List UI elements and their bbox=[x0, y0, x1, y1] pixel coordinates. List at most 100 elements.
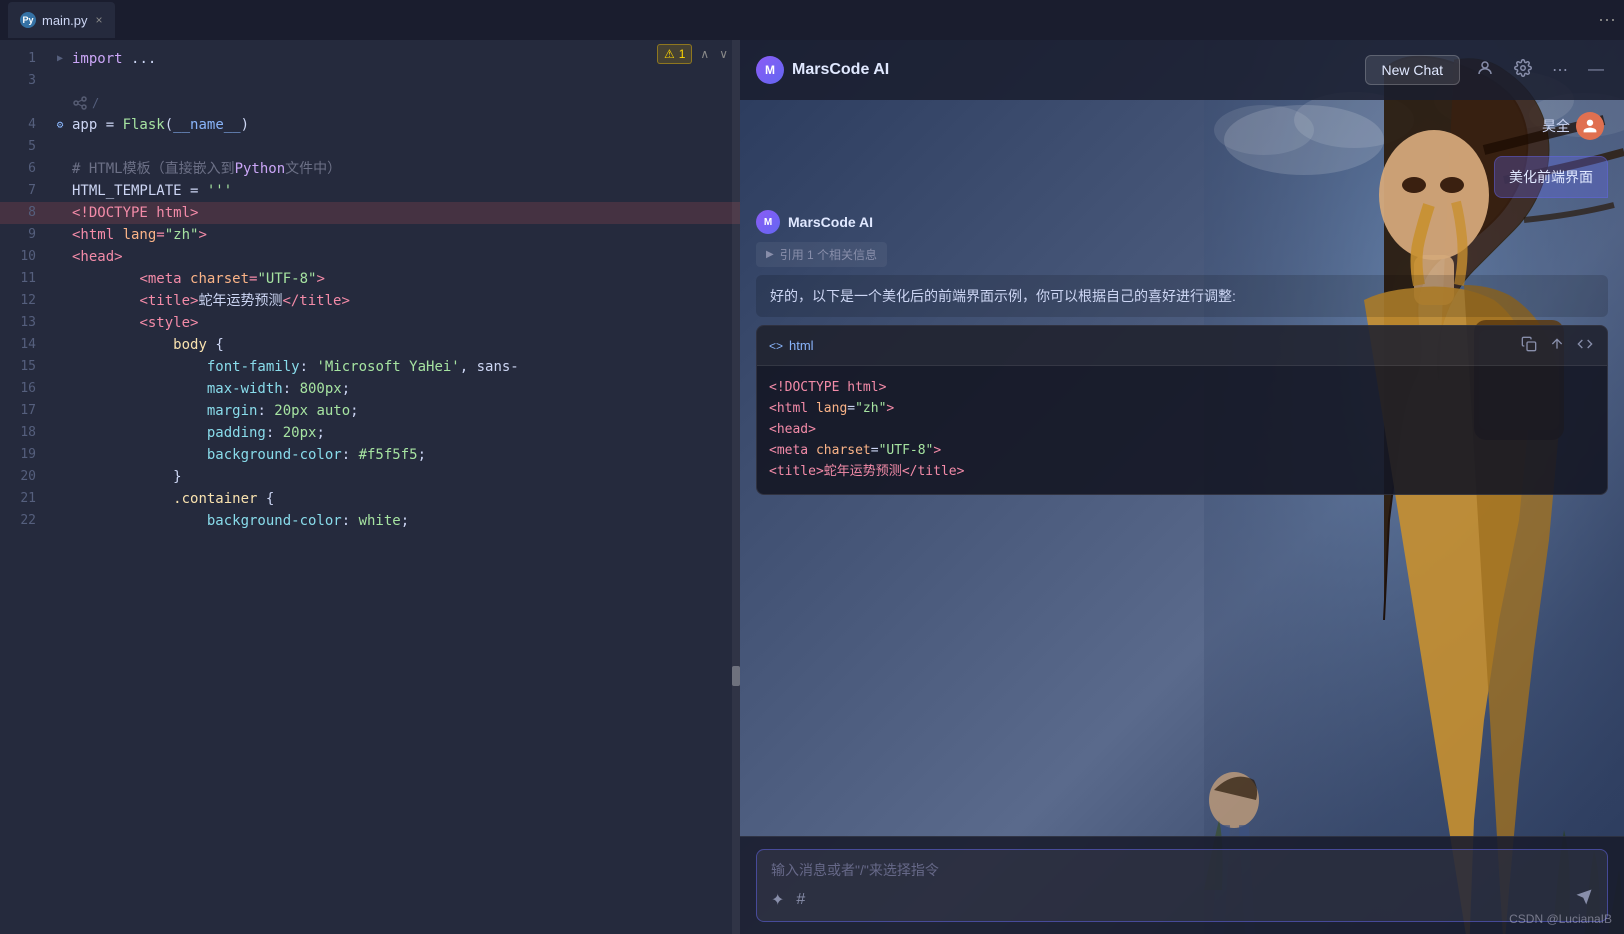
code-action-3-icon[interactable] bbox=[1575, 334, 1595, 357]
reference-arrow-icon: ▶ bbox=[766, 249, 774, 260]
reference-bar[interactable]: ▶ 引用 1 个相关信息 bbox=[756, 242, 887, 267]
ai-content: M MarsCode AI New Chat bbox=[740, 40, 1624, 934]
ai-msg-logo: M bbox=[756, 210, 780, 234]
code-action-2-icon[interactable] bbox=[1547, 334, 1567, 357]
code-lang-icon: <> bbox=[769, 339, 783, 353]
code-block-line-5: <title>蛇年运势预测</title> bbox=[769, 462, 1595, 483]
line-content-4: app = Flask(__name__) bbox=[72, 114, 740, 136]
tab-label: main.py bbox=[42, 13, 88, 28]
code-line-14: 14 body { bbox=[0, 334, 740, 356]
watermark: CSDN @LucianaIB bbox=[1509, 912, 1612, 926]
code-line-11: 11 <meta charset="UTF-8"> bbox=[0, 268, 740, 290]
line-content-20: } bbox=[72, 466, 740, 488]
fold-icon-1[interactable]: ▶ bbox=[57, 48, 63, 70]
ai-input-box[interactable]: 输入消息或者"/"来选择指令 ✦ # bbox=[756, 849, 1608, 922]
line-num-19: 19 bbox=[0, 444, 48, 466]
line-content-10: <head> bbox=[72, 246, 740, 268]
code-block-line-3: <head> bbox=[769, 420, 1595, 441]
code-block-content: <!DOCTYPE html> <html lang="zh"> <head> … bbox=[757, 366, 1607, 494]
ai-response-content: 好的，以下是一个美化后的前端界面示例，你可以根据自己的喜好进行调整: bbox=[770, 288, 1236, 304]
line-num-17: 17 bbox=[0, 400, 48, 422]
line-num-13: 13 bbox=[0, 312, 48, 334]
send-button[interactable] bbox=[1575, 888, 1593, 911]
ai-messages[interactable]: 昊全 美化前端界面 bbox=[740, 100, 1624, 836]
user-message-text: 美化前端界面 bbox=[1509, 169, 1593, 185]
ai-title: M MarsCode AI bbox=[756, 56, 889, 84]
line-content-19: background-color: #f5f5f5; bbox=[72, 444, 740, 466]
code-block-header: <> html bbox=[757, 326, 1607, 366]
line-num-11: 11 bbox=[0, 268, 48, 290]
copy-icon[interactable] bbox=[1519, 334, 1539, 357]
line-gutter-4: ⚙ bbox=[48, 114, 72, 136]
settings-icon[interactable] bbox=[1510, 55, 1536, 86]
line-num-1: 1 bbox=[0, 48, 48, 70]
code-line-13: 13 <style> bbox=[0, 312, 740, 334]
ai-header: M MarsCode AI New Chat bbox=[740, 40, 1624, 100]
code-line-18: 18 padding: 20px; bbox=[0, 422, 740, 444]
code-line-10: 10 <head> bbox=[0, 246, 740, 268]
line-content-13: <style> bbox=[72, 312, 740, 334]
code-line-19: 19 background-color: #f5f5f5; bbox=[0, 444, 740, 466]
user-profile-icon[interactable] bbox=[1472, 55, 1498, 86]
ai-message-header: M MarsCode AI bbox=[756, 210, 1608, 234]
line-num-8: 8 bbox=[0, 202, 48, 224]
line-content-9: <html lang="zh"> bbox=[72, 224, 740, 246]
warning-badge[interactable]: ⚠ 1 bbox=[657, 44, 692, 64]
line-content-8: <!DOCTYPE html> bbox=[72, 202, 740, 224]
ai-response-text: 好的，以下是一个美化后的前端界面示例，你可以根据自己的喜好进行调整: bbox=[756, 275, 1608, 317]
tab-close-icon[interactable]: × bbox=[96, 13, 103, 27]
line-content-21: .container { bbox=[72, 488, 740, 510]
code-block-line-4: <meta charset="UTF-8"> bbox=[769, 441, 1595, 462]
ai-input-area: 输入消息或者"/"来选择指令 ✦ # bbox=[740, 836, 1624, 934]
line-num-7: 7 bbox=[0, 180, 48, 202]
warning-count: 1 bbox=[679, 47, 686, 61]
code-line-15: 15 font-family: 'Microsoft YaHei', sans- bbox=[0, 356, 740, 378]
nav-up-arrow[interactable]: ∧ bbox=[696, 45, 713, 63]
panel-minimize-icon[interactable]: — bbox=[1584, 57, 1608, 83]
line-num-16: 16 bbox=[0, 378, 48, 400]
ai-input-toolbar: ✦ # bbox=[771, 888, 1593, 911]
ai-header-actions: New Chat ⋯ — bbox=[1365, 55, 1608, 86]
code-line-9: 9 <html lang="zh"> bbox=[0, 224, 740, 246]
editor-warning-bar: ⚠ 1 ∧ ∨ bbox=[649, 40, 740, 68]
user-badge: 昊全 bbox=[1542, 112, 1604, 140]
nav-down-arrow[interactable]: ∨ bbox=[715, 45, 732, 63]
python-icon: Py bbox=[20, 12, 36, 28]
editor-scrollbar-thumb bbox=[732, 666, 740, 686]
line-content-18: padding: 20px; bbox=[72, 422, 740, 444]
panel-more-icon[interactable]: ⋯ bbox=[1548, 56, 1572, 84]
code-line-3: 3 bbox=[0, 70, 740, 92]
line-num-14: 14 bbox=[0, 334, 48, 356]
ai-msg-name: MarsCode AI bbox=[788, 214, 873, 230]
new-chat-button[interactable]: New Chat bbox=[1365, 55, 1460, 85]
hash-tool-icon[interactable]: # bbox=[796, 891, 805, 909]
code-lang-label: <> html bbox=[769, 338, 814, 353]
tab-main-py[interactable]: Py main.py × bbox=[8, 2, 115, 38]
line-content-7: HTML_TEMPLATE = ''' bbox=[72, 180, 740, 202]
line-num-15: 15 bbox=[0, 356, 48, 378]
code-area[interactable]: 1 ▶ import ... 3 bbox=[0, 40, 740, 934]
tab-more-icon[interactable]: ⋯ bbox=[1598, 10, 1616, 31]
line-content-15: font-family: 'Microsoft YaHei', sans- bbox=[72, 356, 740, 378]
user-message-bubble: 美化前端界面 bbox=[1494, 156, 1608, 198]
line-num-18: 18 bbox=[0, 422, 48, 444]
code-line-17: 17 margin: 20px auto; bbox=[0, 400, 740, 422]
line-content-16: max-width: 800px; bbox=[72, 378, 740, 400]
code-line-20: 20 } bbox=[0, 466, 740, 488]
code-line-1: 1 ▶ import ... bbox=[0, 48, 740, 70]
user-info-row: 昊全 bbox=[756, 112, 1608, 140]
code-line-4: 4 ⚙ app = Flask(__name__) bbox=[0, 114, 740, 136]
code-line-12: 12 <title>蛇年运势预测</title> bbox=[0, 290, 740, 312]
line-content-12: <title>蛇年运势预测</title> bbox=[72, 290, 740, 312]
sparkle-tool-icon[interactable]: ✦ bbox=[771, 890, 784, 910]
code-lang-text: html bbox=[789, 338, 814, 353]
line-content-share: / bbox=[72, 92, 740, 114]
tab-bar: Py main.py × ⋯ bbox=[0, 0, 1624, 40]
ai-message: M MarsCode AI ▶ 引用 1 个相关信息 好的，以下是一个美化后的前… bbox=[756, 210, 1608, 495]
line-num-4: 4 bbox=[0, 114, 48, 136]
code-block-line-2: <html lang="zh"> bbox=[769, 399, 1595, 420]
editor-scrollbar[interactable] bbox=[732, 40, 740, 934]
nav-arrows: ∧ ∨ bbox=[696, 45, 732, 63]
user-name-text: 昊全 bbox=[1542, 116, 1570, 136]
line-num-3: 3 bbox=[0, 70, 48, 92]
